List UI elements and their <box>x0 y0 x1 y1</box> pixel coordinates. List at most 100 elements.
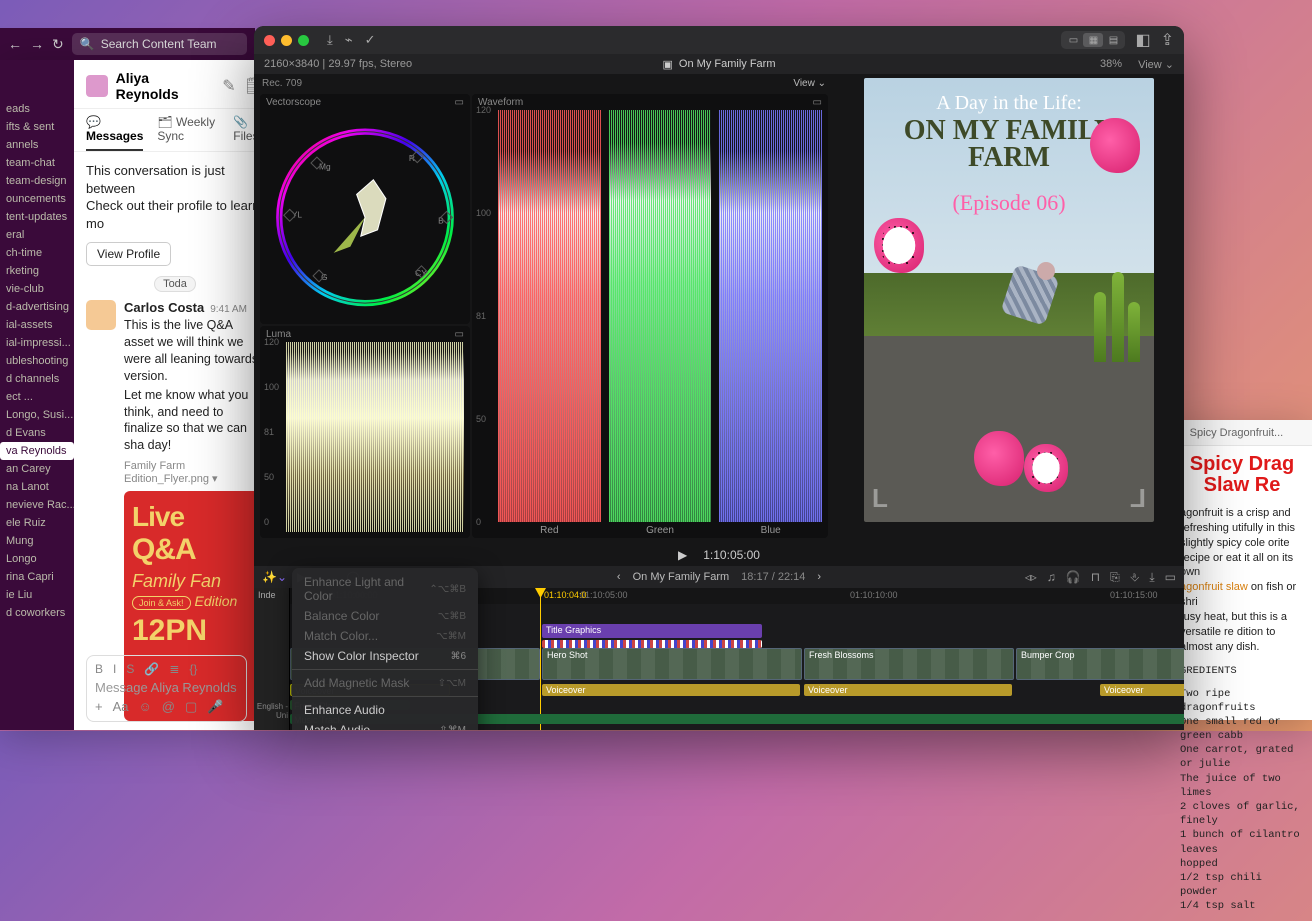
zoom-level[interactable]: 38% <box>1100 58 1122 70</box>
layout-segmented[interactable]: ▭ ▦ ▤ <box>1061 31 1125 49</box>
strike-icon[interactable]: S <box>126 662 134 676</box>
sidebar-item[interactable]: ie Liu <box>0 586 74 604</box>
nav-prev-icon[interactable]: ‹ <box>617 571 621 583</box>
mention-icon[interactable]: @ <box>162 699 175 715</box>
message-composer[interactable]: B I S 🔗 ≣ {} Message Aliya Reynolds + Aa… <box>86 655 247 722</box>
layout-1-icon[interactable]: ▭ <box>1063 33 1083 47</box>
sidebar-item[interactable]: rketing <box>0 262 74 280</box>
insert-icon[interactable]: ⎀ <box>1130 570 1140 585</box>
sidebar-item[interactable]: ele Ruiz <box>0 514 74 532</box>
link-icon[interactable]: 🔗 <box>144 662 159 676</box>
emoji-icon[interactable]: ☺ <box>139 699 152 715</box>
import-icon[interactable]: ⤓ <box>327 32 333 48</box>
viewer-canvas[interactable]: A Day in the Life: ON MY FAMILY FARM (Ep… <box>864 78 1154 522</box>
snap-icon[interactable]: ⊓ <box>1091 570 1100 585</box>
menu-item[interactable]: Enhance Audio <box>292 700 478 720</box>
clip-video-hero[interactable]: Hero Shot <box>542 648 802 680</box>
sidebar-item[interactable]: an Carey <box>0 460 74 478</box>
clip-video-bumper[interactable]: Bumper Crop <box>1016 648 1184 680</box>
skimming-icon[interactable]: ◃▹ <box>1025 570 1037 585</box>
sidebar-item[interactable]: team-chat <box>0 154 74 172</box>
rgb-waveform-panel[interactable]: Waveform ▭ 12010081500 Red Green Blue <box>472 94 828 538</box>
bold-icon[interactable]: B <box>95 662 103 676</box>
close-icon[interactable] <box>264 35 275 46</box>
clip-video-blossoms[interactable]: Fresh Blossoms <box>804 648 1014 680</box>
timeline-project-name[interactable]: On My Family Farm <box>633 571 730 583</box>
audio-skim-icon[interactable]: ♫ <box>1047 570 1056 585</box>
sidebar-item[interactable]: ial-impressi... <box>0 334 74 352</box>
format-icon[interactable]: Aa <box>113 699 129 715</box>
sidebar-item[interactable]: team-design <box>0 172 74 190</box>
sidebar-item[interactable]: d coworkers <box>0 604 74 622</box>
sidebar-item[interactable]: rina Capri <box>0 568 74 586</box>
sidebar-item[interactable]: d-advertising <box>0 298 74 316</box>
scopes-view-menu[interactable]: View ⌄ <box>793 78 826 89</box>
sidebar-item[interactable]: ouncements <box>0 190 74 208</box>
project-title-center[interactable]: ▣ On My Family Farm <box>663 58 776 71</box>
panel-settings-icon[interactable]: ▭ <box>455 329 464 340</box>
sidebar-item[interactable]: ubleshooting <box>0 352 74 370</box>
sidebar-item[interactable]: na Lanot <box>0 478 74 496</box>
video-icon[interactable]: ▢ <box>185 699 197 715</box>
nav-next-icon[interactable]: › <box>817 571 821 583</box>
list-icon[interactable]: ≣ <box>169 662 179 676</box>
attach-icon[interactable]: + <box>95 699 103 715</box>
clip-title-graphics[interactable]: Title Graphics <box>542 624 762 638</box>
dm-name[interactable]: Aliya Reynolds <box>116 70 215 102</box>
attachment-label[interactable]: Family Farm Edition_Flyer.png ▾ <box>124 460 264 485</box>
sidebar-item[interactable]: ect ... <box>0 388 74 406</box>
sidebar-item[interactable]: vie-club <box>0 280 74 298</box>
clip-voiceover[interactable]: Voiceover <box>542 684 800 696</box>
vectorscope-panel[interactable]: Vectorscope ▭ RMg BYL CYG <box>260 94 470 324</box>
back-icon[interactable]: ← <box>8 36 22 52</box>
panel-settings-icon[interactable]: ▭ <box>455 97 464 108</box>
forward-icon[interactable]: → <box>30 36 44 52</box>
fullscreen-icon[interactable] <box>298 35 309 46</box>
clip-voiceover[interactable]: Voiceover <box>1100 684 1184 696</box>
mic-icon[interactable]: 🎤 <box>207 699 223 715</box>
play-icon[interactable]: ▶ <box>678 548 687 562</box>
sidebar-item[interactable]: Mung <box>0 532 74 550</box>
clip-connected[interactable] <box>542 640 762 648</box>
render-icon[interactable]: ✓ <box>365 32 376 48</box>
layout-3-icon[interactable]: ▤ <box>1103 33 1123 47</box>
sidebar-item[interactable]: d channels <box>0 370 74 388</box>
slack-search-input[interactable]: 🔍 Search Content Team <box>72 33 247 55</box>
sidebar-item[interactable]: Longo, Susi... <box>0 406 74 424</box>
tab-weekly-sync[interactable]: 🗂 Weekly Sync <box>157 115 219 151</box>
code-icon[interactable]: {} <box>189 662 197 676</box>
sidebar-item[interactable]: eral <box>0 226 74 244</box>
append-icon[interactable]: ⤓ <box>1149 570 1154 585</box>
layout-2-icon[interactable]: ▦ <box>1083 33 1103 47</box>
overwrite-icon[interactable]: ▭ <box>1165 570 1176 585</box>
sidebar-item[interactable]: ial-assets <box>0 316 74 334</box>
message-author[interactable]: Carlos Costa <box>124 300 204 315</box>
keyword-icon[interactable]: ⌁ <box>345 32 353 48</box>
sidebar-item[interactable]: Longo <box>0 550 74 568</box>
view-profile-button[interactable]: View Profile <box>86 242 171 266</box>
enhance-icon[interactable]: ✨⌄ <box>262 570 287 584</box>
history-icon[interactable]: ↻ <box>52 36 64 53</box>
canvas-icon[interactable]: ✎ <box>222 76 235 96</box>
menu-item[interactable]: Match Audio...⇧⌘M <box>292 720 478 730</box>
view-menu[interactable]: View ⌄ <box>1138 58 1174 71</box>
sidebar-item[interactable]: va Reynolds <box>0 442 74 460</box>
minimize-icon[interactable] <box>281 35 292 46</box>
share-icon[interactable]: ⇪ <box>1161 30 1174 50</box>
tab-messages[interactable]: 💬 Messages <box>86 115 143 151</box>
sidebar-item[interactable]: nevieve Rac... <box>0 496 74 514</box>
timecode[interactable]: 1:10:05:00 <box>703 548 760 562</box>
sidebar-item[interactable]: tent-updates <box>0 208 74 226</box>
clip-voiceover[interactable]: Voiceover <box>804 684 1012 696</box>
solo-icon[interactable]: 🎧 <box>1066 570 1081 585</box>
sidebar-item[interactable]: annels <box>0 136 74 154</box>
sidebar-item[interactable]: eads <box>0 100 74 118</box>
sidebar-item[interactable]: ch-time <box>0 244 74 262</box>
connect-icon[interactable]: ⎘ <box>1110 570 1120 585</box>
panel-settings-icon[interactable]: ▭ <box>813 97 822 108</box>
sidebar-item[interactable]: d Evans <box>0 424 74 442</box>
italic-icon[interactable]: I <box>113 662 116 676</box>
inspector-icon[interactable]: ◧ <box>1135 30 1150 50</box>
menu-item[interactable]: Show Color Inspector⌘6 <box>292 646 478 666</box>
sidebar-item[interactable]: ifts & sent <box>0 118 74 136</box>
